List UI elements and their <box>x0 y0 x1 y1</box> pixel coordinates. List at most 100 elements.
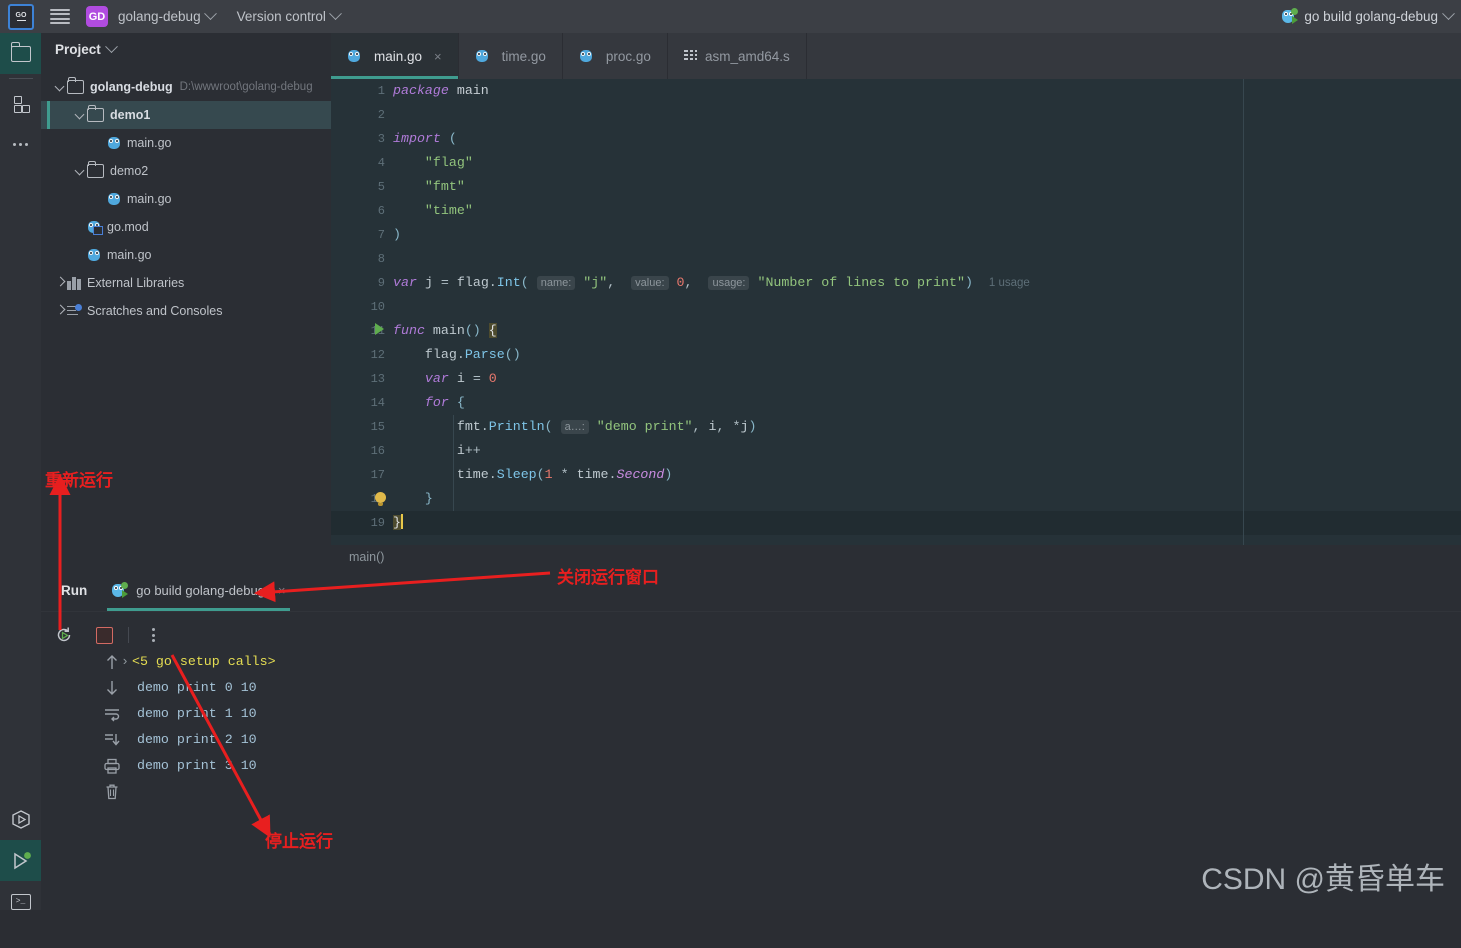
more-options-button[interactable] <box>137 622 169 648</box>
sidebar-item-more[interactable] <box>0 124 41 165</box>
tree-item-golang-debug[interactable]: golang-debug D:\wwwroot\golang-debug <box>41 73 331 101</box>
chevron-down-icon <box>329 7 342 21</box>
line-number: 3 <box>377 132 385 146</box>
stop-button[interactable] <box>88 622 120 648</box>
go-file-icon <box>87 248 101 262</box>
chevron-down-icon[interactable] <box>55 81 67 93</box>
code-content[interactable]: package main import ( "flag" "fmt" "time… <box>393 79 1461 545</box>
chevron-down-icon[interactable] <box>104 40 118 54</box>
code-editor[interactable]: 12345678910111213141516171819 package ma… <box>331 79 1461 545</box>
sidebar-item-run[interactable] <box>0 840 41 881</box>
stop-run-annotation: 停止运行 <box>265 832 333 851</box>
go-file-icon <box>107 192 121 206</box>
line-number: 4 <box>377 156 385 170</box>
editor-tab-label: time.go <box>501 48 546 64</box>
rerun-button[interactable] <box>48 622 80 648</box>
chevron-right-icon[interactable] <box>55 305 67 317</box>
code-line-14: for { <box>424 395 465 410</box>
chevron-right-icon[interactable] <box>55 277 67 289</box>
tree-item-label: External Libraries <box>87 276 185 290</box>
tree-item-external-libraries[interactable]: External Libraries <box>41 269 331 297</box>
tree-item-label: golang-debug <box>90 80 173 94</box>
line-number: 15 <box>370 420 385 434</box>
line-number: 17 <box>370 468 385 482</box>
tree-item-main-go[interactable]: main.go <box>41 129 331 157</box>
version-control-dropdown[interactable]: Version control <box>236 7 342 24</box>
inlay-hint-value: value: <box>631 276 669 290</box>
version-control-label: Version control <box>236 9 326 24</box>
soft-wrap-icon <box>105 709 120 722</box>
folder-icon <box>67 77 84 94</box>
close-icon[interactable]: × <box>278 583 286 598</box>
go-mod-icon <box>87 220 103 235</box>
run-icon <box>11 851 31 871</box>
code-line-3: import ( <box>393 131 457 146</box>
code-line-1: package main <box>393 83 489 98</box>
editor-tab-asm_amd64-s[interactable]: asm_amd64.s <box>668 33 807 79</box>
chevron-down-icon <box>203 7 217 21</box>
folder-icon <box>87 105 104 122</box>
stop-icon <box>95 626 113 644</box>
code-line-13: var i = 0 <box>424 371 497 386</box>
line-number: 19 <box>370 516 385 530</box>
editor-gutter[interactable]: 12345678910111213141516171819 <box>331 79 393 545</box>
activity-bar: >_ <box>0 33 41 910</box>
sidebar-item-structure[interactable] <box>0 83 41 124</box>
code-line-12: flag.Parse() <box>424 347 521 362</box>
tree-item-scratches-and-consoles[interactable]: Scratches and Consoles <box>41 297 331 325</box>
tree-item-demo2[interactable]: demo2 <box>41 157 331 185</box>
code-line-6: "time" <box>424 203 473 218</box>
project-name-dropdown[interactable]: golang-debug <box>118 7 217 24</box>
run-gutter-icon[interactable] <box>375 323 384 335</box>
chevron-down-icon[interactable] <box>75 109 87 121</box>
run-session-tab-label: go build golang-debug <box>136 582 265 598</box>
intention-bulb-icon[interactable] <box>375 492 386 506</box>
project-badge[interactable]: GD <box>86 6 108 27</box>
tree-item-demo1[interactable]: demo1 <box>41 101 331 129</box>
console-line: demo print 2 10 <box>121 732 257 747</box>
go-file-icon <box>475 49 489 63</box>
usage-badge[interactable]: 1 usage <box>989 277 1030 289</box>
services-icon <box>11 810 31 829</box>
editor-tab-proc-go[interactable]: proc.go <box>563 33 668 79</box>
run-configuration-label[interactable]: go build golang-debug <box>1304 9 1438 24</box>
code-line-7: ) <box>393 227 401 242</box>
code-line-16: i++ <box>456 443 481 458</box>
project-name-label: golang-debug <box>118 9 201 24</box>
fold-arrow-icon[interactable]: › <box>121 654 129 669</box>
code-line-5: "fmt" <box>424 179 465 194</box>
main-toolbar: GO GD golang-debug Version control go bu… <box>0 0 1461 33</box>
text-caret <box>400 514 403 529</box>
arrow-up-icon <box>107 655 117 669</box>
scratches-icon <box>67 303 82 318</box>
ide-window: GO GD golang-debug Version control go bu… <box>0 0 1461 910</box>
project-panel-title: Project <box>55 42 101 57</box>
printer-icon <box>104 758 120 774</box>
inlay-hint-usage: usage: <box>708 276 750 290</box>
tree-item-main-go[interactable]: main.go <box>41 185 331 213</box>
go-file-icon <box>579 49 593 63</box>
console-line: demo print 1 10 <box>121 706 257 721</box>
project-panel-header[interactable]: Project <box>41 33 331 66</box>
tree-item-go-mod[interactable]: go.mod <box>41 213 331 241</box>
close-icon[interactable]: × <box>434 49 442 64</box>
run-session-tab[interactable]: go build golang-debug × <box>99 569 297 611</box>
inlay-hint-name: name: <box>536 276 576 290</box>
asm-file-icon <box>683 50 698 62</box>
editor-tab-time-go[interactable]: time.go <box>459 33 563 79</box>
editor-tab-main-go[interactable]: main.go × <box>331 33 459 79</box>
chevron-down-icon[interactable] <box>75 165 87 177</box>
sidebar-item-services[interactable] <box>0 799 41 840</box>
breadcrumb[interactable]: main() <box>331 545 1461 569</box>
goland-logo-text: GO <box>15 11 27 19</box>
chevron-down-icon[interactable] <box>1442 7 1455 21</box>
sidebar-item-terminal[interactable]: >_ <box>0 881 41 922</box>
code-line-9: var j = flag.Int( name: "j", value: 0, u… <box>393 275 1030 290</box>
main-menu-button[interactable] <box>50 8 70 25</box>
tree-item-main-go[interactable]: main.go <box>41 241 331 269</box>
trash-icon <box>106 784 118 800</box>
sidebar-item-project[interactable] <box>0 33 41 74</box>
